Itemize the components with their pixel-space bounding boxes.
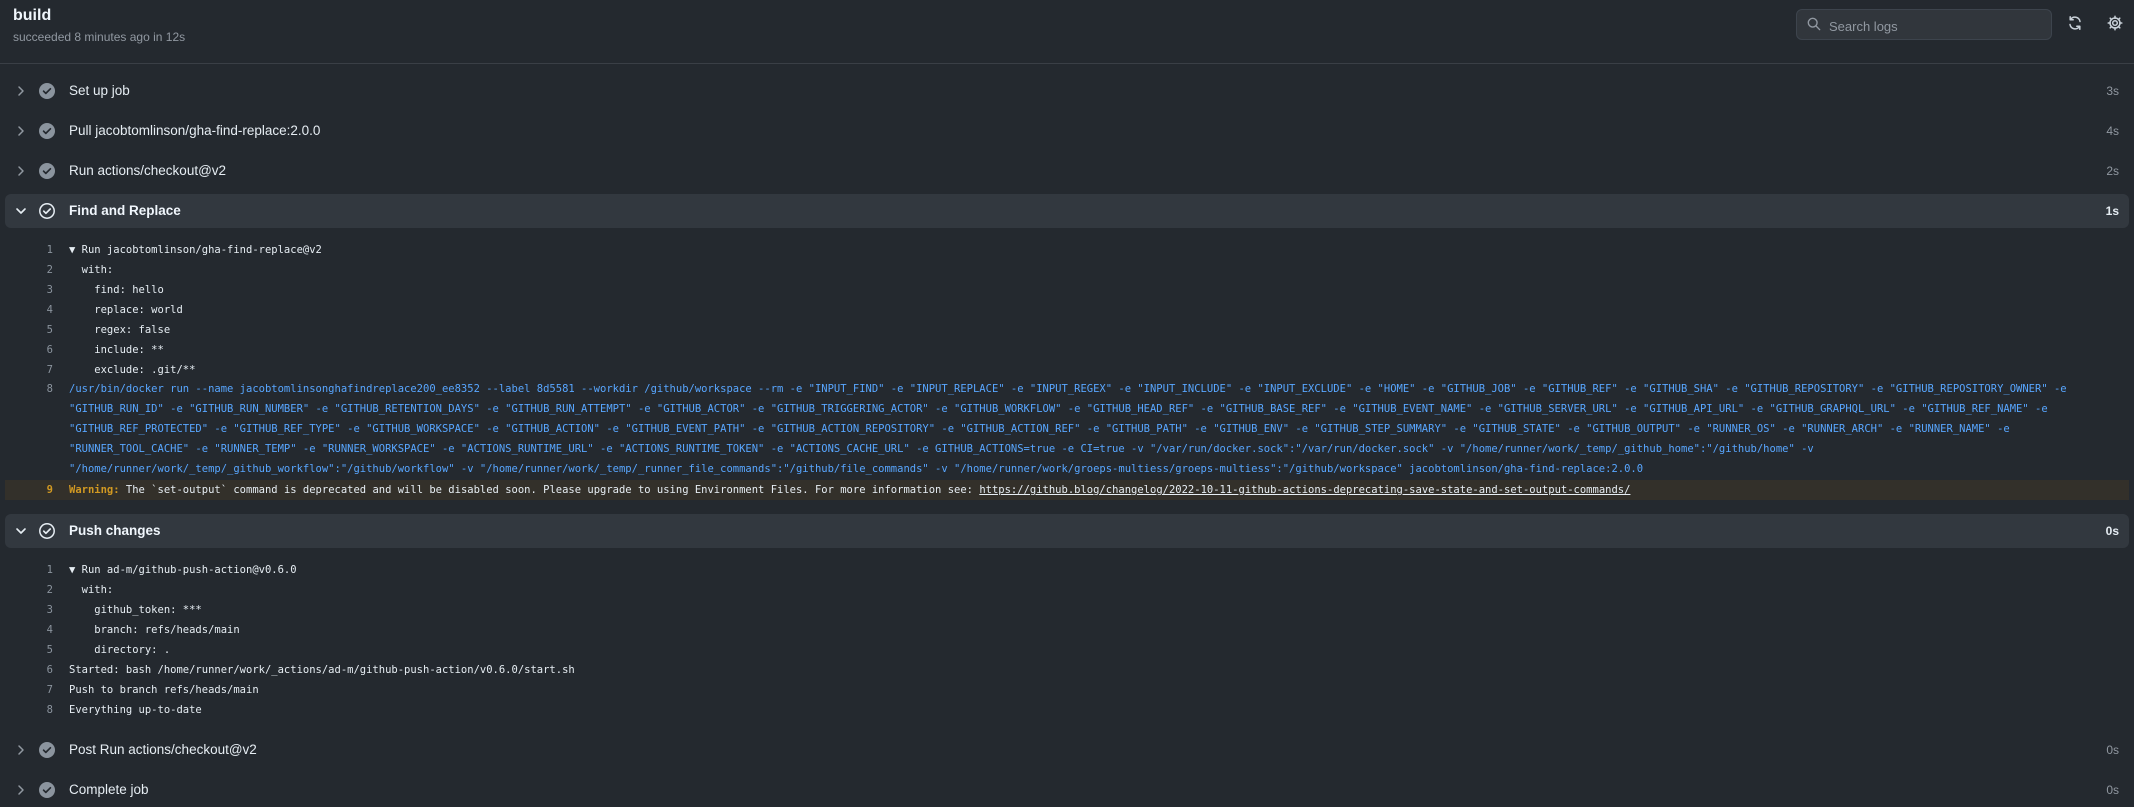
log-text: branch: refs/heads/main: [69, 624, 240, 636]
log-text: github_token: ***: [69, 604, 202, 616]
step-pull-image[interactable]: Pull jacobtomlinson/gha-find-replace:2.0…: [5, 114, 2129, 148]
log-text: directory: .: [69, 644, 171, 656]
step-name: Pull jacobtomlinson/gha-find-replace:2.0…: [69, 123, 321, 138]
job-status-subtitle: succeeded 8 minutes ago in 12s: [13, 30, 186, 44]
line-number[interactable]: 4: [5, 300, 53, 320]
step-duration: 0s: [2106, 783, 2119, 797]
check-circle-icon: [39, 163, 55, 184]
line-number[interactable]: 1: [5, 240, 53, 260]
log-text: regex: false: [69, 324, 171, 336]
step-find-and-replace[interactable]: Find and Replace 1s: [5, 194, 2129, 228]
step-duration: 3s: [2106, 84, 2119, 98]
line-number[interactable]: 5: [5, 320, 53, 340]
chevron-right-icon: [15, 124, 27, 142]
step-name: Run actions/checkout@v2: [69, 163, 227, 178]
chevron-right-icon: [15, 84, 27, 102]
log-text[interactable]: ▼ Run jacobtomlinson/gha-find-replace@v2: [69, 240, 322, 260]
chevron-right-icon: [15, 783, 27, 801]
line-number[interactable]: 8: [5, 700, 53, 720]
check-circle-icon: [39, 742, 55, 763]
line-number[interactable]: 3: [5, 600, 53, 620]
step-name: Push changes: [69, 523, 161, 538]
check-circle-icon: [39, 523, 55, 544]
chevron-right-icon: [15, 164, 27, 182]
search-logs-input[interactable]: [1827, 14, 2047, 38]
chevron-down-icon: [15, 524, 27, 542]
chevron-down-icon: [15, 204, 27, 222]
step-complete-job[interactable]: Complete job 0s: [5, 773, 2129, 807]
log-text: exclude: .git/**: [69, 364, 196, 376]
log-text[interactable]: ▼ Run ad-m/github-push-action@v0.6.0: [69, 560, 297, 580]
changelog-link[interactable]: https://github.blog/changelog/2022-10-11…: [979, 484, 1630, 496]
line-number[interactable]: 6: [5, 660, 53, 680]
job-title: build: [13, 7, 52, 24]
step-duration: 0s: [2106, 743, 2119, 757]
step-push-changes[interactable]: Push changes 0s: [5, 514, 2129, 548]
log-text: Started: bash /home/runner/work/_actions…: [69, 664, 575, 676]
line-number[interactable]: 6: [5, 340, 53, 360]
line-number[interactable]: 1: [5, 560, 53, 580]
step-name: Complete job: [69, 782, 149, 797]
check-circle-icon: [39, 203, 55, 224]
log-text: Push to branch refs/heads/main: [69, 684, 259, 696]
warning-label: Warning:: [69, 484, 120, 496]
step-name: Find and Replace: [69, 203, 181, 218]
warning-line: 9 Warning: The `set-output` command is d…: [5, 480, 2129, 500]
line-number[interactable]: 5: [5, 640, 53, 660]
step-set-up-job[interactable]: Set up job 3s: [5, 74, 2129, 108]
search-logs-box[interactable]: [1796, 9, 2052, 40]
log-text: with:: [69, 584, 114, 596]
gear-icon: [2107, 14, 2123, 36]
job-header: build succeeded 8 minutes ago in 12s: [0, 0, 2134, 64]
warning-message: Warning: The `set-output` command is dep…: [69, 480, 1630, 500]
step-checkout[interactable]: Run actions/checkout@v2 2s: [5, 154, 2129, 188]
line-number[interactable]: 2: [5, 260, 53, 280]
docker-command-text: /usr/bin/docker run --name jacobtomlinso…: [69, 383, 2067, 475]
sync-icon: [2067, 15, 2083, 36]
step-duration: 2s: [2106, 164, 2119, 178]
search-icon: [1807, 17, 1821, 36]
step-duration: 1s: [2105, 204, 2119, 218]
refresh-button[interactable]: [2065, 15, 2085, 35]
log-text: find: hello: [69, 284, 164, 296]
log-text: with:: [69, 264, 114, 276]
log-text: Everything up-to-date: [69, 704, 202, 716]
step-duration: 0s: [2105, 524, 2119, 538]
log-text: replace: world: [69, 304, 183, 316]
check-circle-icon: [39, 83, 55, 104]
step-duration: 4s: [2106, 124, 2119, 138]
check-circle-icon: [39, 123, 55, 144]
warning-text: The `set-output` command is deprecated a…: [119, 484, 980, 496]
line-number[interactable]: 2: [5, 580, 53, 600]
settings-button[interactable]: [2105, 14, 2125, 36]
line-number[interactable]: 8: [5, 379, 53, 399]
line-number[interactable]: 3: [5, 280, 53, 300]
line-number[interactable]: 4: [5, 620, 53, 640]
step-post-checkout[interactable]: Post Run actions/checkout@v2 0s: [5, 733, 2129, 767]
line-number[interactable]: 7: [5, 360, 53, 380]
step-name: Set up job: [69, 83, 130, 98]
line-number[interactable]: 7: [5, 680, 53, 700]
line-number[interactable]: 9: [5, 480, 53, 500]
check-circle-icon: [39, 782, 55, 803]
log-text: include: **: [69, 344, 164, 356]
chevron-right-icon: [15, 743, 27, 761]
step-name: Post Run actions/checkout@v2: [69, 742, 257, 757]
